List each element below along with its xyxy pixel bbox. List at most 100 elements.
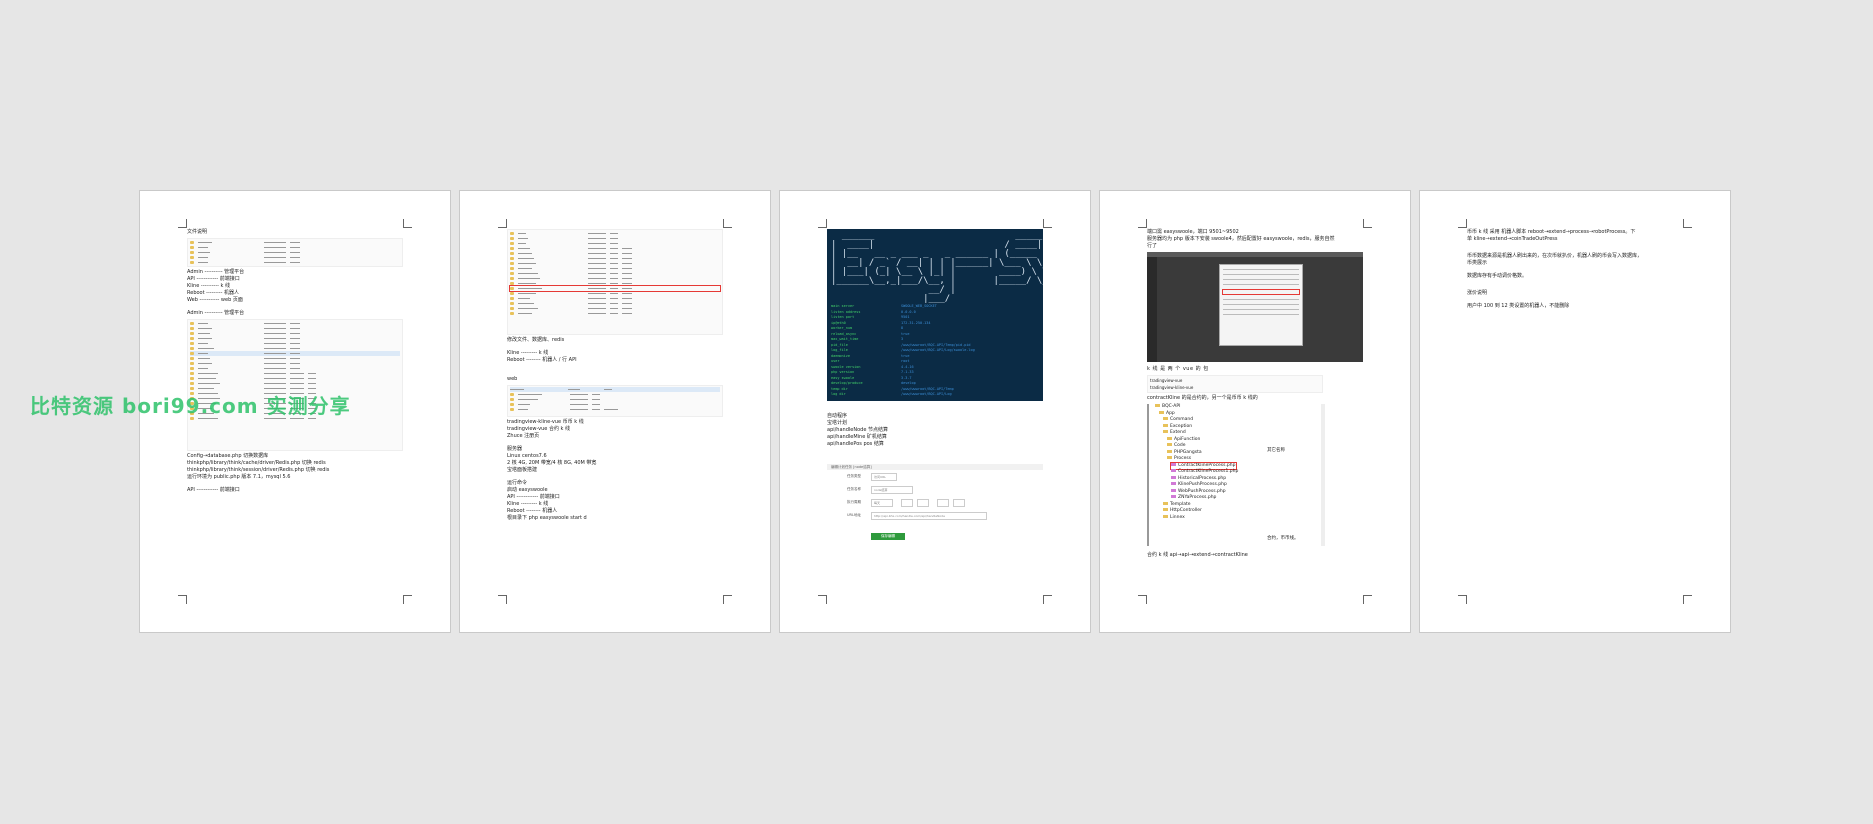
crop-mark bbox=[178, 219, 187, 228]
document-page-5[interactable]: 币币 k 线 采用 机器人脚本 reboot→extend→process→ro… bbox=[1419, 190, 1731, 633]
heading: 文件说明 bbox=[187, 229, 208, 235]
crop-mark bbox=[818, 219, 827, 228]
text-line: 合约 k 线 api→api→extend→contractKline bbox=[1147, 552, 1248, 558]
text-line: Kline ---------- k 线 bbox=[187, 283, 231, 289]
text-line: tradingview-kline-vue 币币 k 线 bbox=[507, 419, 584, 425]
scrollbar[interactable] bbox=[1321, 404, 1325, 546]
text-line: API ------------ 前端接口 bbox=[187, 276, 240, 282]
file-list-screenshot bbox=[187, 238, 403, 267]
text-line: Web ----------- web 页面 bbox=[187, 297, 243, 303]
text-line: Linux centos7.6 bbox=[507, 453, 547, 459]
crop-mark bbox=[1138, 219, 1147, 228]
crop-mark bbox=[818, 595, 827, 604]
text-line: 修改文件、数据库、redis bbox=[507, 337, 565, 343]
page-content: 修改文件、数据库、redis Kline --------- k 线 Reboo… bbox=[507, 229, 723, 594]
text-line: 服务器 bbox=[507, 446, 523, 452]
text-line: API ------------ 前端接口 bbox=[187, 487, 240, 493]
text-line: thinkphp/library/think/session/driver/Re… bbox=[187, 467, 330, 473]
crop-mark bbox=[403, 219, 412, 228]
crop-mark bbox=[723, 219, 732, 228]
crop-mark bbox=[1043, 595, 1052, 604]
ascii-banner: ______ _____ _ | ____| / ____| | | | |__… bbox=[831, 231, 1043, 304]
text-line: 行了 bbox=[1147, 243, 1158, 249]
minute-input[interactable] bbox=[917, 498, 929, 507]
page-content: 端口需 easyswoole，端口 9501~9502 服务器均为 php 版本… bbox=[1147, 229, 1363, 594]
text-line: 数据库存有手动调价格数。 bbox=[1467, 273, 1528, 279]
crop-mark bbox=[1363, 595, 1372, 604]
config-row: log dir/www/wwwroot/BQC-API/Log bbox=[831, 392, 1039, 398]
text-line: contractKline 的是合约的，另一个是币币 k 线的 bbox=[1147, 395, 1258, 401]
text-line: 启动 easyswoole bbox=[507, 487, 548, 493]
crop-mark bbox=[1363, 219, 1372, 228]
cron-edit-form: 编辑计划任务 [node结算] 任务类型 访问URL 任务名称 node结算 执行周… bbox=[827, 464, 1043, 541]
crop-mark bbox=[178, 595, 187, 604]
crop-mark bbox=[1138, 595, 1147, 604]
save-edit-button[interactable]: 保存编辑 bbox=[871, 533, 905, 540]
field-label: 任务类型 bbox=[847, 474, 861, 478]
config-value: /www/wwwroot/BQC-API/Log bbox=[901, 392, 952, 396]
text-line: api/handleNode 节点结算 bbox=[827, 427, 888, 433]
crop-mark bbox=[1683, 595, 1692, 604]
crop-mark bbox=[1683, 219, 1692, 228]
text-line: 宝塔计划 bbox=[827, 420, 848, 426]
config-value: 172.31.250.134 bbox=[901, 320, 931, 325]
text-line: 币币 k 线 采用 机器人脚本 reboot→extend→process→ro… bbox=[1467, 229, 1636, 235]
text-line: API ------------ 前端接口 bbox=[507, 494, 560, 500]
text-line: 服务器均为 php 版本下安装 swoole4，然后配置好 easyswoole… bbox=[1147, 236, 1335, 242]
text-line: 单 kline→extend→coinTradeOutPress bbox=[1467, 236, 1558, 242]
text-line: 端口需 easyswoole，端口 9501~9502 bbox=[1147, 229, 1239, 235]
config-key: log dir bbox=[831, 392, 846, 396]
page-content: 币币 k 线 采用 机器人脚本 reboot→extend→process→ro… bbox=[1467, 229, 1683, 594]
server-config-list: main server SWOOLE_WEB_SOCKET listen addre… bbox=[831, 304, 1039, 398]
document-page-4[interactable]: 端口需 easyswoole，端口 9501~9502 服务器均为 php 版本… bbox=[1099, 190, 1411, 633]
text-line: Admin ---------- 管理平台 bbox=[187, 269, 245, 275]
text-line: Zhuce 注册页 bbox=[507, 433, 540, 439]
text-line: 其它名称 bbox=[1267, 448, 1285, 453]
file-name: tradingview-kline-vue bbox=[1150, 385, 1194, 390]
crop-mark bbox=[723, 595, 732, 604]
config-value: /www/wwwroot/BQC-API/Log/swoole.log bbox=[901, 348, 975, 352]
url-input[interactable]: http://api.bhx.com/handle.com/api/handle… bbox=[871, 511, 987, 520]
text-line: Reboot --------- 机器人 bbox=[187, 290, 239, 296]
text-line: Config→database.php 切换数据库 bbox=[187, 453, 269, 459]
text-line: 币类展示 bbox=[1467, 260, 1488, 266]
text-line: Admin ---------- 管理平台 bbox=[187, 310, 245, 316]
hour-input[interactable] bbox=[901, 498, 913, 507]
page-content: ______ _____ _ | ____| / ____| | | | |__… bbox=[827, 229, 1043, 594]
crop-mark bbox=[1043, 219, 1052, 228]
admin-screenshot bbox=[1147, 252, 1363, 362]
text-line: 涨价说明 bbox=[1467, 290, 1488, 296]
document-page-2[interactable]: 修改文件、数据库、redis Kline --------- k 线 Reboo… bbox=[459, 190, 771, 633]
cycle-select[interactable]: 每天 bbox=[871, 498, 893, 507]
task-type-select[interactable]: 访问URL bbox=[871, 472, 897, 481]
file-list-screenshot bbox=[507, 229, 723, 335]
crop-mark bbox=[1458, 219, 1467, 228]
text-line: Kline --------- k 线 bbox=[507, 501, 549, 507]
text-line: 合约，币币线。 bbox=[1267, 536, 1299, 541]
text-line: Kline --------- k 线 bbox=[507, 350, 549, 356]
crop-mark bbox=[403, 595, 412, 604]
text-line: 2 核 4G, 20M 带宽/4 核 8G, 40M 带宽 bbox=[507, 460, 597, 466]
text-line: thinkphp/library/think/cache/driver/Redi… bbox=[187, 460, 326, 466]
field-label: 任务名称 bbox=[847, 487, 861, 491]
text-line: 自动程序 bbox=[827, 413, 848, 419]
task-name-input[interactable]: node结算 bbox=[871, 485, 913, 494]
text-line: 根目录下 php easyswoole start d bbox=[507, 515, 587, 521]
document-page-3[interactable]: ______ _____ _ | ____| / ____| | | | |__… bbox=[779, 190, 1091, 633]
text-line: tradingview-vue 合约 k 线 bbox=[507, 426, 571, 432]
text-line: 用户中 100 到 12 类设置的机器人，不能删除 bbox=[1467, 303, 1570, 309]
text-line: 运行命令 bbox=[507, 480, 528, 486]
field-label: 执行周期 bbox=[847, 500, 861, 504]
text-line: 运行环境为 public.php 版本 7.1，mysql 5.6 bbox=[187, 474, 291, 480]
text-line: api/handlePos pos 结算 bbox=[827, 441, 884, 447]
unit-input[interactable] bbox=[953, 498, 965, 507]
text-line: Reboot -------- 机器人 / 行 API bbox=[507, 357, 577, 363]
project-tree: BQC-API App Command Exception Extend Api… bbox=[1147, 404, 1363, 546]
crop-mark bbox=[498, 219, 507, 228]
terminal-screenshot: ______ _____ _ | ____| / ____| | | | |__… bbox=[827, 229, 1043, 401]
file-name: tradingview-vue bbox=[1150, 378, 1183, 383]
file-list-screenshot bbox=[187, 319, 403, 451]
text-line: 宝塔面板搭建 bbox=[507, 467, 538, 473]
second-input[interactable] bbox=[937, 498, 949, 507]
watermark: 比特资源 bori99.com 实测分享 bbox=[30, 394, 351, 418]
